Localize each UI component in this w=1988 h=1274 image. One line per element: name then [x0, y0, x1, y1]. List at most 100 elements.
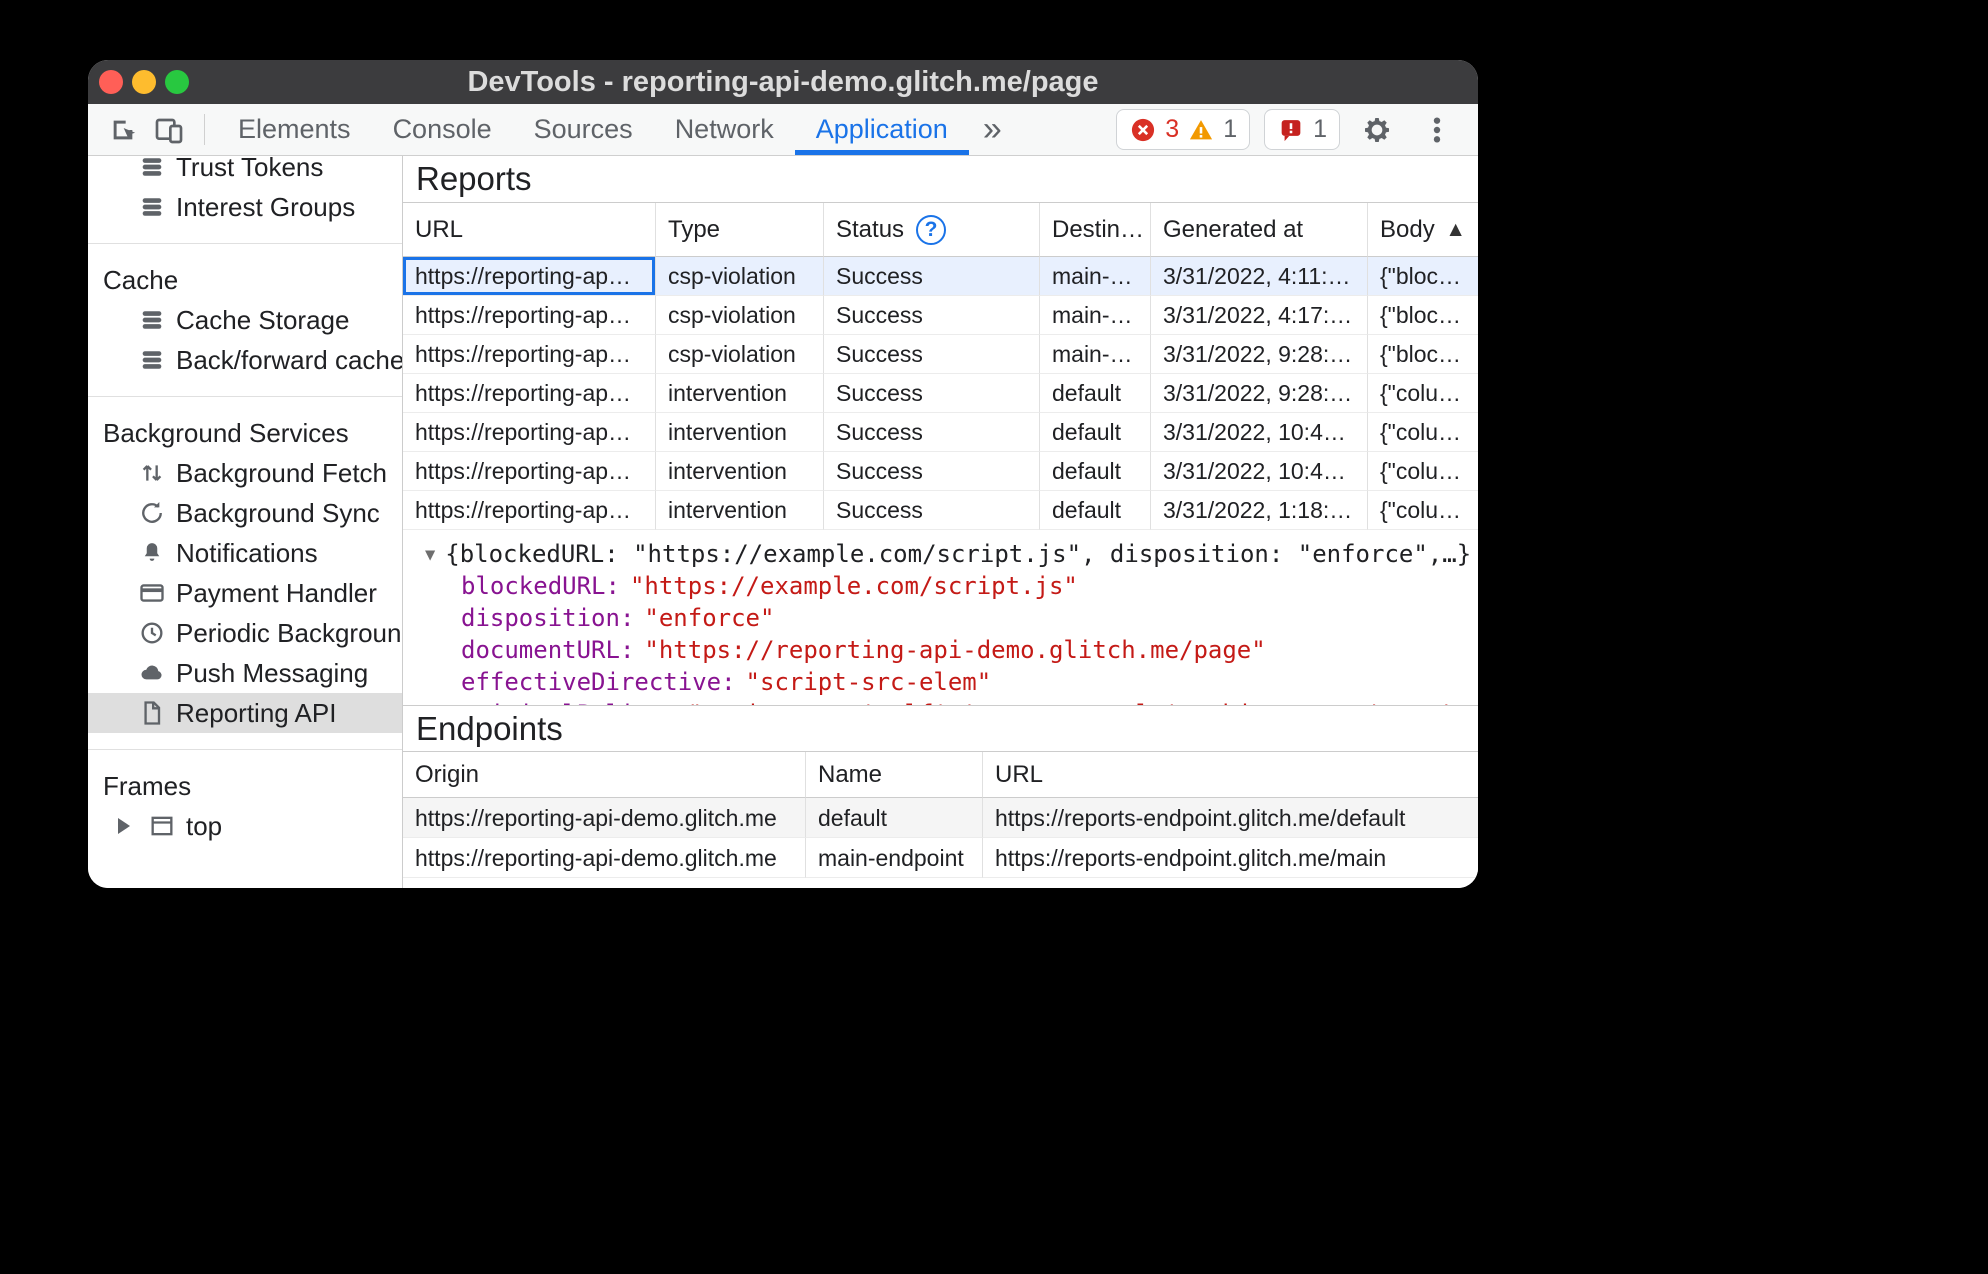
report-url-cell[interactable]: https://reporting-ap…	[403, 452, 656, 491]
sidebar-item-periodic-background-sync[interactable]: Periodic Background	[88, 613, 402, 653]
report-row[interactable]: https://reporting-ap… intervention Succe…	[403, 452, 1478, 491]
column-header-generated-at[interactable]: Generated at	[1151, 203, 1368, 257]
status-help-icon[interactable]: ?	[916, 214, 947, 245]
report-url-cell[interactable]: https://reporting-ap…	[403, 335, 656, 374]
report-body-cell[interactable]: {"colu…	[1368, 413, 1478, 452]
zoom-button[interactable]	[165, 70, 189, 94]
report-status-cell[interactable]: Success	[824, 452, 1040, 491]
report-generated-cell[interactable]: 3/31/2022, 9:28:…	[1151, 335, 1368, 374]
settings-button[interactable]	[1354, 114, 1400, 146]
report-status-cell[interactable]: Success	[824, 491, 1040, 530]
report-url-cell[interactable]: https://reporting-ap…	[403, 296, 656, 335]
column-header-status[interactable]: Status ?	[824, 203, 1040, 257]
sidebar-item-frame-top[interactable]: top	[88, 806, 402, 846]
sidebar-item-cache-storage[interactable]: Cache Storage	[88, 300, 402, 340]
column-header-body[interactable]: Body ▲	[1368, 203, 1478, 257]
endpoint-url-cell[interactable]: https://reports-endpoint.glitch.me/main	[983, 838, 1478, 878]
report-type-cell[interactable]: intervention	[656, 374, 824, 413]
sidebar-item-interest-groups[interactable]: Interest Groups	[88, 187, 402, 227]
column-header-url[interactable]: URL	[403, 203, 656, 257]
column-header-origin[interactable]: Origin	[403, 752, 806, 798]
report-destination-cell[interactable]: main-…	[1040, 257, 1151, 296]
inspect-element-button[interactable]	[100, 104, 146, 155]
sidebar-item-payment-handler[interactable]: Payment Handler	[88, 573, 402, 613]
report-type-cell[interactable]: intervention	[656, 452, 824, 491]
report-destination-cell[interactable]: default	[1040, 491, 1151, 530]
sidebar-item-background-fetch[interactable]: Background Fetch	[88, 453, 402, 493]
report-row[interactable]: https://reporting-ap… csp-violation Succ…	[403, 296, 1478, 335]
expand-triangle-icon[interactable]: ▼	[425, 539, 435, 571]
sidebar-item-background-sync[interactable]: Background Sync	[88, 493, 402, 533]
tab-console[interactable]: Console	[372, 104, 513, 155]
report-row[interactable]: https://reporting-ap… intervention Succe…	[403, 413, 1478, 452]
report-type-cell[interactable]: csp-violation	[656, 335, 824, 374]
warning-icon	[1190, 119, 1213, 139]
report-destination-cell[interactable]: default	[1040, 374, 1151, 413]
close-button[interactable]	[99, 70, 123, 94]
report-url-cell[interactable]: https://reporting-ap…	[403, 257, 656, 296]
report-generated-cell[interactable]: 3/31/2022, 4:11:…	[1151, 257, 1368, 296]
report-body-cell[interactable]: {"bloc…	[1368, 257, 1478, 296]
report-body-cell[interactable]: {"bloc…	[1368, 296, 1478, 335]
endpoint-row[interactable]: https://reporting-api-demo.glitch.me def…	[403, 798, 1478, 838]
report-generated-cell[interactable]: 3/31/2022, 9:28:…	[1151, 374, 1368, 413]
report-type-cell[interactable]: intervention	[656, 491, 824, 530]
application-panel: Trust Tokens Interest Groups Cache Cache…	[88, 156, 1478, 888]
report-status-cell[interactable]: Success	[824, 296, 1040, 335]
sidebar-item-notifications[interactable]: Notifications	[88, 533, 402, 573]
endpoint-origin-cell[interactable]: https://reporting-api-demo.glitch.me	[403, 798, 806, 838]
report-generated-cell[interactable]: 3/31/2022, 10:4…	[1151, 452, 1368, 491]
report-type-cell[interactable]: csp-violation	[656, 257, 824, 296]
sidebar-item-back-forward-cache[interactable]: Back/forward cache	[88, 340, 402, 380]
report-generated-cell[interactable]: 3/31/2022, 10:4…	[1151, 413, 1368, 452]
report-status-cell[interactable]: Success	[824, 413, 1040, 452]
chevron-right-icon[interactable]	[118, 818, 130, 834]
device-toolbar-button[interactable]	[146, 104, 192, 155]
report-body-cell[interactable]: {"bloc…	[1368, 335, 1478, 374]
report-destination-cell[interactable]: default	[1040, 413, 1151, 452]
report-destination-cell[interactable]: main-…	[1040, 296, 1151, 335]
report-row[interactable]: https://reporting-ap… csp-violation Succ…	[403, 335, 1478, 374]
report-row[interactable]: https://reporting-ap… csp-violation Succ…	[403, 257, 1478, 296]
report-url-cell[interactable]: https://reporting-ap…	[403, 413, 656, 452]
issues-badge[interactable]: 1	[1264, 109, 1340, 150]
report-generated-cell[interactable]: 3/31/2022, 1:18:…	[1151, 491, 1368, 530]
json-property: blockedURL: "https://example.com/script.j…	[461, 572, 1078, 600]
tab-sources[interactable]: Sources	[513, 104, 654, 155]
column-header-name[interactable]: Name	[806, 752, 983, 798]
more-options-button[interactable]	[1414, 114, 1460, 146]
report-url-cell[interactable]: https://reporting-ap…	[403, 491, 656, 530]
tab-network[interactable]: Network	[654, 104, 795, 155]
endpoint-origin-cell[interactable]: https://reporting-api-demo.glitch.me	[403, 838, 806, 878]
console-counts-badge[interactable]: 3 1	[1116, 109, 1251, 150]
report-body-cell[interactable]: {"colu…	[1368, 452, 1478, 491]
sidebar-item-trust-tokens[interactable]: Trust Tokens	[88, 156, 402, 187]
column-header-type[interactable]: Type	[656, 203, 824, 257]
sidebar-item-reporting-api[interactable]: Frames Reporting API	[88, 693, 402, 733]
json-summary-line[interactable]: ▼ {blockedURL: "https://example.com/scrip…	[425, 538, 1478, 570]
report-destination-cell[interactable]: main-…	[1040, 335, 1151, 374]
report-destination-cell[interactable]: default	[1040, 452, 1151, 491]
more-tabs-button[interactable]: »	[969, 104, 1016, 155]
report-status-cell[interactable]: Success	[824, 257, 1040, 296]
endpoint-url-cell[interactable]: https://reports-endpoint.glitch.me/defau…	[983, 798, 1478, 838]
report-generated-cell[interactable]: 3/31/2022, 4:17:…	[1151, 296, 1368, 335]
minimize-button[interactable]	[132, 70, 156, 94]
report-url-cell[interactable]: https://reporting-ap…	[403, 374, 656, 413]
report-row[interactable]: https://reporting-ap… intervention Succe…	[403, 374, 1478, 413]
report-status-cell[interactable]: Success	[824, 335, 1040, 374]
endpoint-name-cell[interactable]: default	[806, 798, 983, 838]
column-header-destination[interactable]: Destin…	[1040, 203, 1151, 257]
tab-elements[interactable]: Elements	[217, 104, 372, 155]
report-status-cell[interactable]: Success	[824, 374, 1040, 413]
report-row[interactable]: https://reporting-ap… intervention Succe…	[403, 491, 1478, 530]
endpoint-row[interactable]: https://reporting-api-demo.glitch.me mai…	[403, 838, 1478, 878]
column-header-endpoint-url[interactable]: URL	[983, 752, 1478, 798]
report-type-cell[interactable]: csp-violation	[656, 296, 824, 335]
report-body-cell[interactable]: {"colu…	[1368, 491, 1478, 530]
tab-application[interactable]: Application	[795, 104, 969, 155]
sidebar-item-push-messaging[interactable]: Push Messaging	[88, 653, 402, 693]
report-type-cell[interactable]: intervention	[656, 413, 824, 452]
report-body-cell[interactable]: {"colu…	[1368, 374, 1478, 413]
endpoint-name-cell[interactable]: main-endpoint	[806, 838, 983, 878]
